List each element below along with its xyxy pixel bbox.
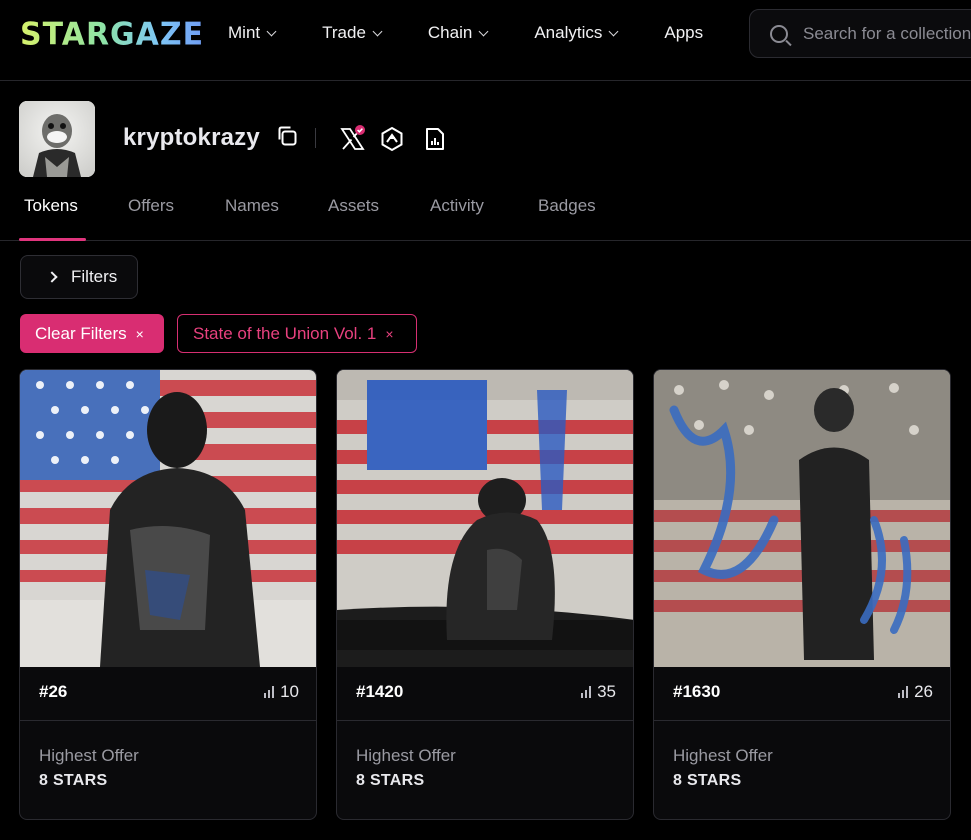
rank-value: 10 xyxy=(280,682,299,701)
rank-value: 35 xyxy=(597,682,616,701)
highest-offer-value: 8 STARS xyxy=(39,772,108,789)
avatar-image xyxy=(19,101,95,177)
tab-tokens[interactable]: Tokens xyxy=(24,196,78,216)
card-header-row: #1630 26 xyxy=(654,667,950,721)
x-verified-icon[interactable] xyxy=(339,124,367,152)
stargaze-logo[interactable]: STARGAZE xyxy=(20,15,205,53)
copy-icon[interactable] xyxy=(276,125,298,147)
nav-mint[interactable]: Mint xyxy=(228,22,277,44)
tab-assets[interactable]: Assets xyxy=(328,196,379,216)
avatar xyxy=(19,101,95,177)
rarity-rank: 10 xyxy=(264,682,299,702)
search-icon xyxy=(770,24,788,43)
profile-username: kryptokrazy xyxy=(123,124,260,151)
nav-label: Trade xyxy=(322,23,366,42)
rank-bars-icon xyxy=(898,686,909,698)
nav-apps[interactable]: Apps xyxy=(664,22,703,44)
nav-label: Apps xyxy=(664,23,704,42)
tab-badges[interactable]: Badges xyxy=(538,196,596,216)
filters-button[interactable]: Filters xyxy=(20,255,138,299)
token-id: #1630 xyxy=(673,682,721,701)
token-card[interactable]: #1630 26 Highest Offer 8 STARS xyxy=(653,369,951,820)
token-card[interactable]: #1420 35 Highest Offer 8 STARS xyxy=(336,369,634,820)
close-icon: × xyxy=(135,325,144,342)
active-filter-label: State of the Union Vol. 1 xyxy=(193,323,377,343)
highest-offer-value: 8 STARS xyxy=(673,772,742,789)
icon-divider xyxy=(315,128,316,148)
token-id: #26 xyxy=(39,682,68,701)
nav-label: Analytics xyxy=(534,23,603,42)
rank-value: 26 xyxy=(914,682,933,701)
card-header-row: #26 10 xyxy=(20,667,316,721)
token-image xyxy=(337,370,633,667)
chevron-down-icon xyxy=(478,26,489,37)
token-image xyxy=(20,370,316,667)
chevron-right-icon xyxy=(46,271,58,283)
rarity-rank: 35 xyxy=(581,682,616,702)
highest-offer-label: Highest Offer xyxy=(673,746,773,765)
main-nav: Mint Trade Chain Analytics Apps xyxy=(228,22,750,44)
logo-text: STARGAZE xyxy=(20,15,205,53)
rarity-rank: 26 xyxy=(898,682,933,702)
nav-label: Mint xyxy=(228,23,261,42)
highest-offer-value: 8 STARS xyxy=(356,772,425,789)
tab-activity[interactable]: Activity xyxy=(430,196,484,216)
top-header: STARGAZE Mint Trade Chain Analytics Apps xyxy=(0,0,971,81)
tab-names[interactable]: Names xyxy=(225,196,279,216)
stargaze-icon[interactable] xyxy=(379,126,405,152)
highest-offer-label: Highest Offer xyxy=(356,746,456,765)
close-icon[interactable]: × xyxy=(385,327,393,341)
search-box[interactable] xyxy=(749,9,971,58)
search-input[interactable] xyxy=(803,23,971,44)
active-tab-indicator xyxy=(19,238,86,241)
highest-offer-label: Highest Offer xyxy=(39,746,139,765)
filters-label: Filters xyxy=(71,267,118,286)
active-filter-chip[interactable]: State of the Union Vol. 1 × xyxy=(177,314,417,353)
nav-label: Chain xyxy=(427,23,473,42)
token-card[interactable]: #26 10 Highest Offer 8 STARS xyxy=(19,369,317,820)
clear-filters-button[interactable]: Clear Filters × xyxy=(20,314,164,353)
clear-filters-label: Clear Filters xyxy=(35,323,127,343)
report-icon[interactable] xyxy=(424,127,446,151)
nav-analytics[interactable]: Analytics xyxy=(534,22,619,44)
nav-chain[interactable]: Chain xyxy=(427,22,489,44)
profile-tabs: Tokens Offers Names Assets Activity Badg… xyxy=(0,186,971,241)
rank-bars-icon xyxy=(264,686,275,698)
card-header-row: #1420 35 xyxy=(337,667,633,721)
chevron-down-icon xyxy=(372,26,383,37)
chevron-down-icon xyxy=(266,26,277,37)
rank-bars-icon xyxy=(581,686,592,698)
chevron-down-icon xyxy=(608,26,619,37)
nav-trade[interactable]: Trade xyxy=(322,22,383,44)
tab-offers[interactable]: Offers xyxy=(128,196,174,216)
token-image xyxy=(654,370,950,667)
token-id: #1420 xyxy=(356,682,404,701)
